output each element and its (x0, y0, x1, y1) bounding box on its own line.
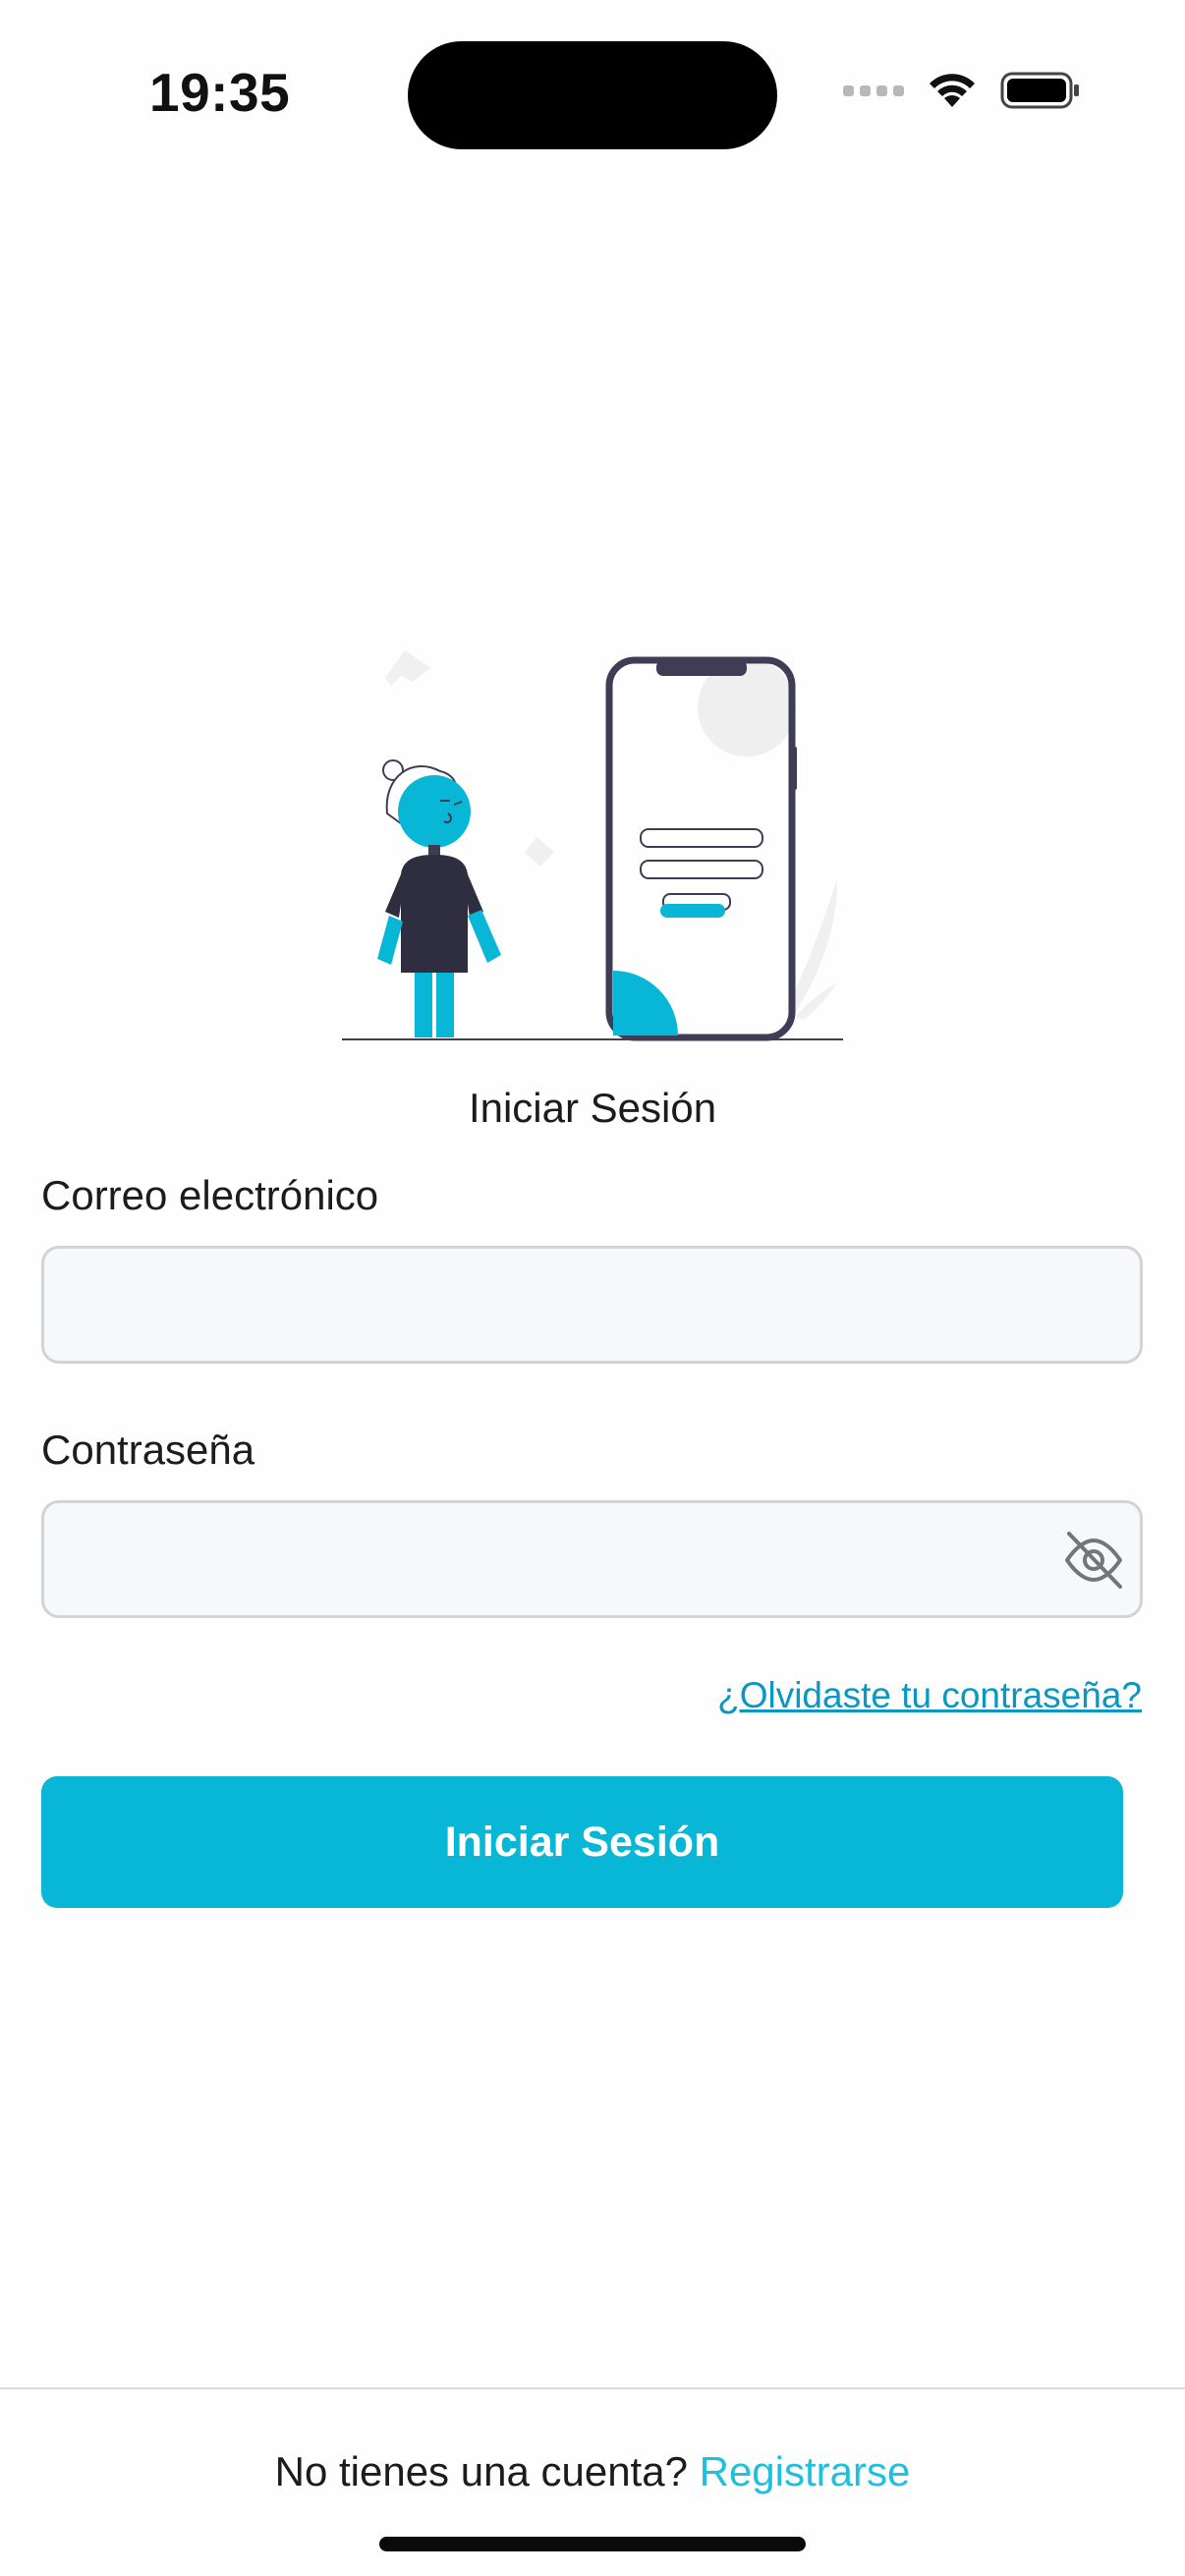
status-icons (843, 71, 1081, 110)
password-label: Contraseña (41, 1427, 255, 1473)
status-time: 19:35 (149, 62, 291, 123)
register-prompt-text: No tienes una cuenta? (274, 2448, 688, 2494)
wifi-icon (930, 74, 975, 107)
cellular-signal-icon (843, 84, 904, 96)
login-button[interactable]: Iniciar Sesión (41, 1776, 1123, 1908)
home-indicator[interactable] (379, 2537, 806, 2551)
battery-icon (1000, 72, 1079, 109)
footer-divider (0, 2387, 1185, 2389)
eye-off-icon[interactable] (1061, 1528, 1126, 1593)
login-illustration (342, 650, 843, 1041)
page-title: Iniciar Sesión (468, 1085, 717, 1131)
register-prompt: No tienes una cuenta? Registrarse (0, 2448, 1185, 2495)
login-screen: 19:35 Iniciar Sesión Correo electrónico … (0, 0, 1185, 2576)
email-field[interactable] (41, 1246, 1143, 1364)
forgot-password-link[interactable]: ¿Olvidaste tu contraseña? (717, 1675, 1142, 1716)
dynamic-island (408, 41, 777, 149)
register-link[interactable]: Registrarse (700, 2448, 911, 2494)
password-field[interactable] (41, 1500, 1143, 1618)
email-label: Correo electrónico (41, 1172, 379, 1218)
